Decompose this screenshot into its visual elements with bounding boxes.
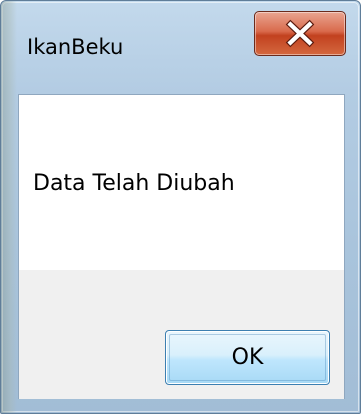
close-icon	[285, 19, 315, 48]
button-area: OK	[19, 270, 344, 399]
ok-button-label: OK	[231, 345, 264, 370]
dialog-client-area: Data Telah Diubah OK	[18, 94, 345, 399]
message-text: Data Telah Diubah	[33, 171, 235, 196]
title-bar[interactable]: IkanBeku	[1, 1, 360, 93]
window-title: IkanBeku	[27, 35, 124, 59]
close-button[interactable]	[254, 11, 346, 56]
ok-button[interactable]: OK	[165, 330, 330, 385]
dialog-window: IkanBeku Data Telah Diubah OK	[0, 0, 361, 414]
message-area: Data Telah Diubah	[19, 95, 344, 270]
